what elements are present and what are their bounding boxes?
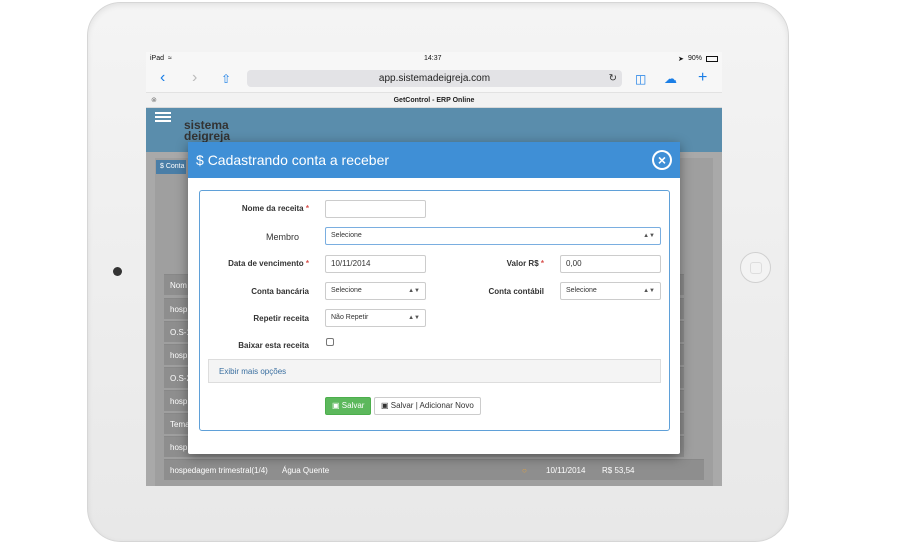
status-bar: iPad ≈ 14:37 ➤ 90% — [146, 52, 722, 66]
url-text: app.sistemadeigreja.com — [378, 73, 491, 84]
save-button[interactable]: ▣ Salvar — [325, 397, 372, 415]
repetir-select[interactable]: Não Repetir ▲▼ — [325, 309, 426, 327]
home-button[interactable] — [740, 252, 771, 283]
nome-input[interactable] — [325, 200, 426, 218]
menu-icon[interactable] — [155, 112, 171, 124]
repetir-label: Repetir receita — [253, 314, 309, 323]
form-box: Nome da receita * Membro Selecione ▲▼ Dat… — [199, 190, 670, 431]
save-add-button[interactable]: ▣ Salvar | Adicionar Novo — [374, 397, 481, 415]
valor-label: Valor R$ * — [506, 259, 544, 268]
membro-select[interactable]: Selecione ▲▼ — [325, 227, 661, 245]
browser-toolbar: ‹ › ⇧ app.sistemadeigreja.com ↻ ◫ ☁ + — [146, 66, 722, 92]
nome-label: Nome da receita * — [241, 204, 309, 213]
status-icon: ○ — [522, 466, 527, 475]
logo: sistema deigreja — [184, 119, 231, 143]
conta-bancaria-label: Conta bancária — [251, 287, 309, 296]
back-icon[interactable]: ‹ — [160, 69, 165, 87]
close-tab-icon[interactable]: ⊗ — [151, 93, 157, 108]
share-icon[interactable]: ⇧ — [221, 72, 231, 86]
row-date: 10/11/2014 — [546, 466, 586, 475]
more-options-link[interactable]: Exibir mais opções — [208, 359, 661, 383]
table-row: hospedagem trimestral(1/4) Água Quente ○… — [164, 459, 704, 480]
battery-icon — [706, 56, 718, 62]
forward-icon[interactable]: › — [192, 69, 197, 87]
address-bar[interactable]: app.sistemadeigreja.com ↻ — [247, 70, 622, 87]
conta-contabil-select[interactable]: Selecione ▲▼ — [560, 282, 661, 300]
wifi-icon: ≈ — [168, 55, 172, 62]
vencimento-label: Data de vencimento * — [228, 259, 309, 268]
time-label: 14:37 — [424, 55, 442, 62]
row-desc: Água Quente — [282, 466, 330, 475]
row-name: hospedagem trimestral(1/4) — [170, 466, 268, 475]
carrier-label: iPad — [150, 55, 165, 62]
baixar-checkbox[interactable] — [326, 338, 334, 346]
bookmarks-icon[interactable]: ◫ — [635, 72, 646, 86]
close-icon[interactable]: × — [652, 150, 672, 170]
tab-bar: ⊗ GetControl - ERP Online — [146, 92, 722, 108]
location-icon: ➤ — [678, 56, 684, 63]
new-tab-icon[interactable]: + — [698, 69, 707, 87]
vencimento-input[interactable]: 10/11/2014 — [325, 255, 426, 273]
baixar-label: Baixar esta receita — [238, 341, 309, 350]
membro-label: Membro — [265, 232, 299, 242]
modal-title: Cadastrando conta a receber — [207, 152, 390, 168]
reload-icon[interactable]: ↻ — [609, 70, 617, 87]
valor-input[interactable]: 0,00 — [560, 255, 661, 273]
logo-line2: deigreja — [184, 129, 231, 143]
camera — [113, 267, 122, 276]
battery-label: 90% — [688, 55, 703, 62]
modal-header: $ Cadastrando conta a receber × — [188, 142, 680, 178]
save-icon: ▣ — [332, 401, 340, 410]
panel-tab: $ Conta — [156, 160, 186, 174]
conta-bancaria-select[interactable]: Selecione ▲▼ — [325, 282, 426, 300]
conta-contabil-label: Conta contábil — [488, 287, 544, 296]
cloud-icon[interactable]: ☁ — [664, 71, 677, 87]
tab-title[interactable]: GetControl - ERP Online — [394, 97, 475, 104]
modal-dialog: $ Cadastrando conta a receber × Nome da … — [188, 142, 680, 454]
row-value: R$ 53,54 — [602, 466, 635, 475]
dollar-icon: $ — [196, 152, 204, 168]
save-icon: ▣ — [381, 401, 389, 410]
